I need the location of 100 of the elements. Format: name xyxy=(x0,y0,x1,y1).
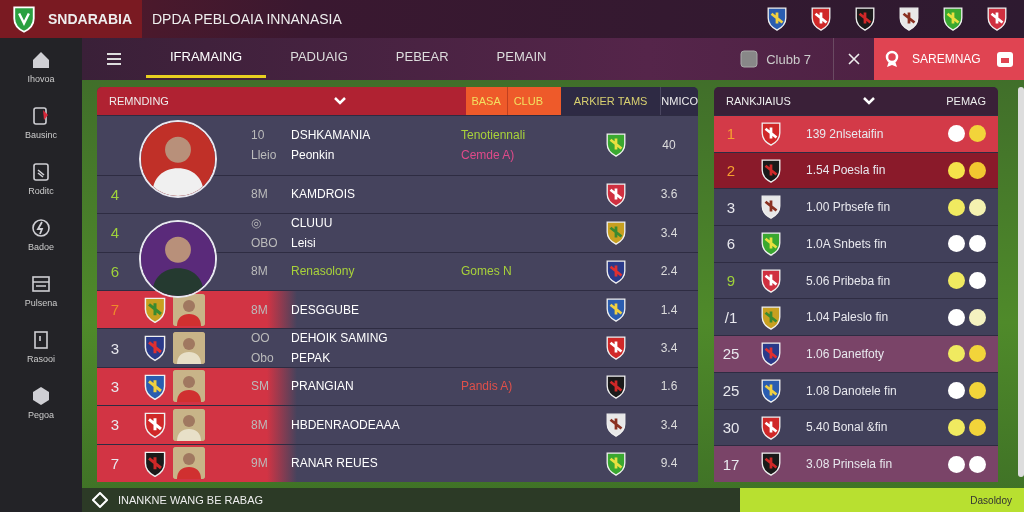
ranking-text: 5.06 Pribeba fin xyxy=(805,273,892,288)
menu-icon[interactable] xyxy=(106,52,122,66)
club-crest-icon xyxy=(760,194,782,220)
ranking-row[interactable]: 2 1.54 Poesla fin xyxy=(714,151,998,189)
player-row[interactable]: 3 8M HBDENRAODEAAA 3.4 xyxy=(97,405,698,444)
scrollbar[interactable] xyxy=(1018,87,1024,477)
footer-button[interactable]: Dasoldoy xyxy=(740,488,1024,512)
chevron-down-icon[interactable] xyxy=(333,96,346,105)
ranking-row[interactable]: 17 3.08 Prinsela fin xyxy=(714,445,998,482)
player-name: Renasolony xyxy=(291,264,356,279)
player-note: Tenotiennali xyxy=(461,128,527,143)
ranking-text: 1.04 Paleslo fin xyxy=(805,310,890,325)
sidebar-item[interactable]: Roditc xyxy=(28,160,54,196)
rank-number: 9 xyxy=(726,272,736,289)
ranking-text: 139 2nlsetaifin xyxy=(805,126,885,141)
player-name: DEHOIK SAMING xyxy=(291,331,389,346)
ranking-text: 1.06 Danetfoty xyxy=(805,346,886,361)
player-row[interactable]: 4 ◎ OBO CLUUU Leisi 3.4 xyxy=(97,213,698,252)
close-icon xyxy=(848,53,860,65)
player-name: KAMDROIS xyxy=(291,187,356,202)
player-photo xyxy=(173,332,205,365)
rank-number: 6 xyxy=(726,235,736,253)
player-code: OO xyxy=(251,331,271,346)
player-code: SM xyxy=(251,379,270,394)
crest-icon xyxy=(605,220,627,246)
club-crest-icon xyxy=(143,372,167,401)
sidebar-item[interactable]: Ihovoa xyxy=(27,48,55,84)
ranking-text: 1.0A Snbets fin xyxy=(805,236,888,251)
footer-text: INANKNE WANG BE RABAG xyxy=(118,494,264,506)
nav-tab[interactable]: PEBEAR xyxy=(371,38,473,78)
sidebar-item[interactable]: Pegoa xyxy=(28,384,54,420)
club-crest-icon xyxy=(760,157,782,183)
ranking-row[interactable]: 3 1.00 Prbsefe fin xyxy=(714,188,998,225)
nav-tab[interactable]: PADUAIG xyxy=(266,38,372,78)
player-name: CLUUU xyxy=(291,215,334,230)
ranking-row[interactable]: 25 1.08 Danotele fin xyxy=(714,371,998,409)
club-crest-icon xyxy=(898,6,920,32)
player-row[interactable]: 4 8M KAMDROIS 3.6 xyxy=(97,174,698,214)
player-name: RANAR REUES xyxy=(291,456,379,471)
player-value: 40 xyxy=(661,138,677,153)
sidebar-item[interactable]: Badoe xyxy=(28,216,54,252)
nav-tab[interactable]: IFRAMAING xyxy=(146,38,267,78)
ranking-row[interactable]: 9 5.06 Pribeba fin xyxy=(714,261,998,299)
column-header[interactable]: ARKIER TAMS xyxy=(560,87,661,115)
rank-number: 4 xyxy=(110,185,120,203)
club-crest-icon xyxy=(760,121,782,147)
column-header[interactable]: NMICO xyxy=(660,87,698,115)
club-crest-icon xyxy=(986,6,1008,32)
club-crest-icon xyxy=(760,231,782,257)
player-code: 9M xyxy=(251,456,269,471)
club-crest-icon xyxy=(143,295,167,324)
column-header: PEMAG xyxy=(946,94,986,107)
chevron-down-icon[interactable] xyxy=(862,96,875,105)
player-row[interactable]: 7 8M DESGGUBE 1.4 xyxy=(97,289,698,329)
crest-icon xyxy=(605,412,627,438)
player-code: 8M xyxy=(251,187,269,202)
player-value: 1.4 xyxy=(659,302,679,317)
player-row[interactable]: 3 SM PRANGIAN Pandis A) 1.6 xyxy=(97,366,698,406)
ranking-text: 5.40 Bonal &fin xyxy=(805,420,889,435)
ranking-row[interactable]: 30 5.40 Bonal &fin xyxy=(714,408,998,446)
player-photo xyxy=(173,408,205,441)
ranking-row[interactable]: /1 1.04 Paleslo fin xyxy=(714,298,998,336)
sidebar-item[interactable]: Bausinc xyxy=(25,104,57,140)
ranking-row[interactable]: 25 1.06 Danetfoty xyxy=(714,335,998,372)
club-crest-icon xyxy=(760,414,782,441)
checkbox-icon[interactable] xyxy=(740,50,759,68)
ranking-row[interactable]: 6 1.0A Snbets fin xyxy=(714,224,998,262)
player-note: Cemde A) xyxy=(461,148,516,163)
rank-number: 7 xyxy=(110,301,120,319)
player-row[interactable]: 3 OO Obo DEHOIK SAMING PEPAK 3.4 xyxy=(97,328,698,367)
sidebar-item[interactable]: Pulsena xyxy=(24,272,58,308)
ranking-text: 3.08 Prinsela fin xyxy=(805,457,894,472)
player-name: PRANGIAN xyxy=(291,379,355,394)
player-subtitle: PEPAK xyxy=(291,351,332,366)
player-code: 8M xyxy=(251,417,269,432)
player-code: OBO xyxy=(251,235,279,250)
club-crest-icon xyxy=(760,267,782,294)
club-crest-icon xyxy=(760,378,782,404)
player-code: Lleio xyxy=(251,148,278,163)
player-value: 3.4 xyxy=(659,225,679,240)
action-button[interactable]: SAREMNAG xyxy=(874,38,1024,80)
badge-icon xyxy=(884,50,900,68)
player-value: 2.4 xyxy=(659,264,679,279)
sidebar-item[interactable]: Rasooi xyxy=(27,328,55,364)
player-row[interactable]: 7 9M RANAR REUES 9.4 xyxy=(97,443,698,483)
player-value: 1.6 xyxy=(659,379,679,394)
ranking-text: 1.08 Danotele fin xyxy=(805,383,898,398)
rank-number: 3 xyxy=(110,416,120,434)
player-photo xyxy=(173,447,205,480)
nav-tab[interactable]: PEMAIN xyxy=(472,38,571,78)
shield-logo-icon xyxy=(11,5,37,33)
player-value: 3.4 xyxy=(659,417,679,432)
club-crest-icon xyxy=(760,304,782,330)
club-filter-label: Clubb 7 xyxy=(766,51,811,67)
ranking-row[interactable]: 1 139 2nlsetaifin xyxy=(714,114,998,152)
sidebar-icon xyxy=(29,216,53,240)
club-crest-icon xyxy=(810,6,832,32)
ranking-text: 1.54 Poesla fin xyxy=(805,163,887,178)
club-crest-icon xyxy=(766,6,788,32)
player-note: Gomes N xyxy=(461,264,513,279)
